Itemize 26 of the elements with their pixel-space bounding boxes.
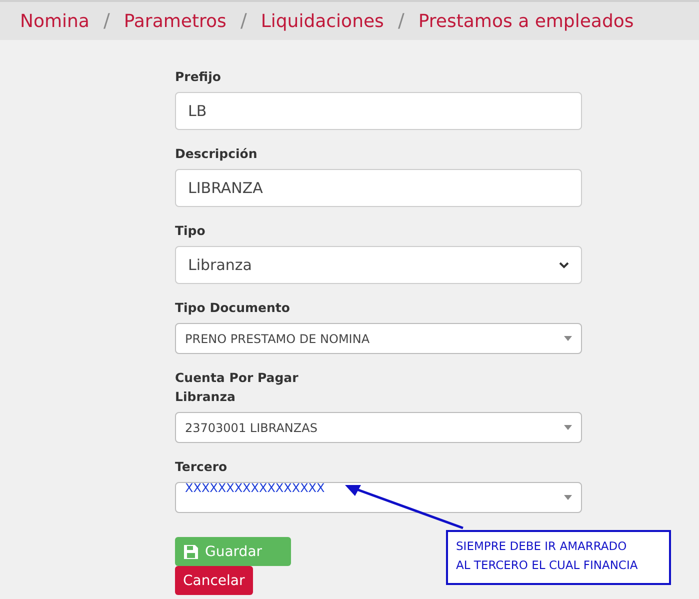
annotation-text: SIEMPRE DEBE IR AMARRADO: [456, 538, 628, 555]
field-label: Prefijo: [175, 68, 222, 86]
select-field[interactable]: 23703001 LIBRANZAS: [175, 412, 582, 443]
field-label: Tercero: [175, 458, 228, 476]
annotation-text: AL TERCERO EL CUAL FINANCIA: [456, 557, 639, 574]
dropdown-arrow-icon: [564, 336, 572, 341]
breadcrumb-separator: /: [103, 10, 110, 32]
breadcrumb-separator: /: [240, 10, 247, 32]
text-field[interactable]: LIBRANZA: [175, 169, 582, 207]
field-label: Tipo Documento: [175, 299, 291, 317]
breadcrumb-link[interactable]: Parametros: [124, 10, 226, 32]
breadcrumb-link[interactable]: Nomina: [20, 10, 90, 32]
breadcrumb-separator: /: [398, 10, 404, 32]
select-field[interactable]: Libranza: [175, 246, 582, 284]
dropdown-arrow-icon: [564, 495, 572, 500]
dropdown-arrow-icon: [564, 425, 572, 430]
field-label: Descripción: [175, 145, 258, 163]
chevron-down-icon: [559, 262, 569, 268]
breadcrumb-link[interactable]: Liquidaciones: [260, 10, 384, 32]
breadcrumb-link[interactable]: Prestamos a empleados: [418, 10, 634, 32]
text-field[interactable]: LB: [175, 92, 582, 130]
cancel-button[interactable]: Cancelar: [175, 566, 253, 595]
select-field[interactable]: XXXXXXXXXXXXXXXXX: [175, 482, 582, 513]
field-label: Tipo: [175, 222, 206, 240]
select-field[interactable]: PRENO PRESTAMO DE NOMINA: [175, 323, 582, 354]
field-label: Cuenta Por Pagar Libranza: [175, 369, 300, 406]
